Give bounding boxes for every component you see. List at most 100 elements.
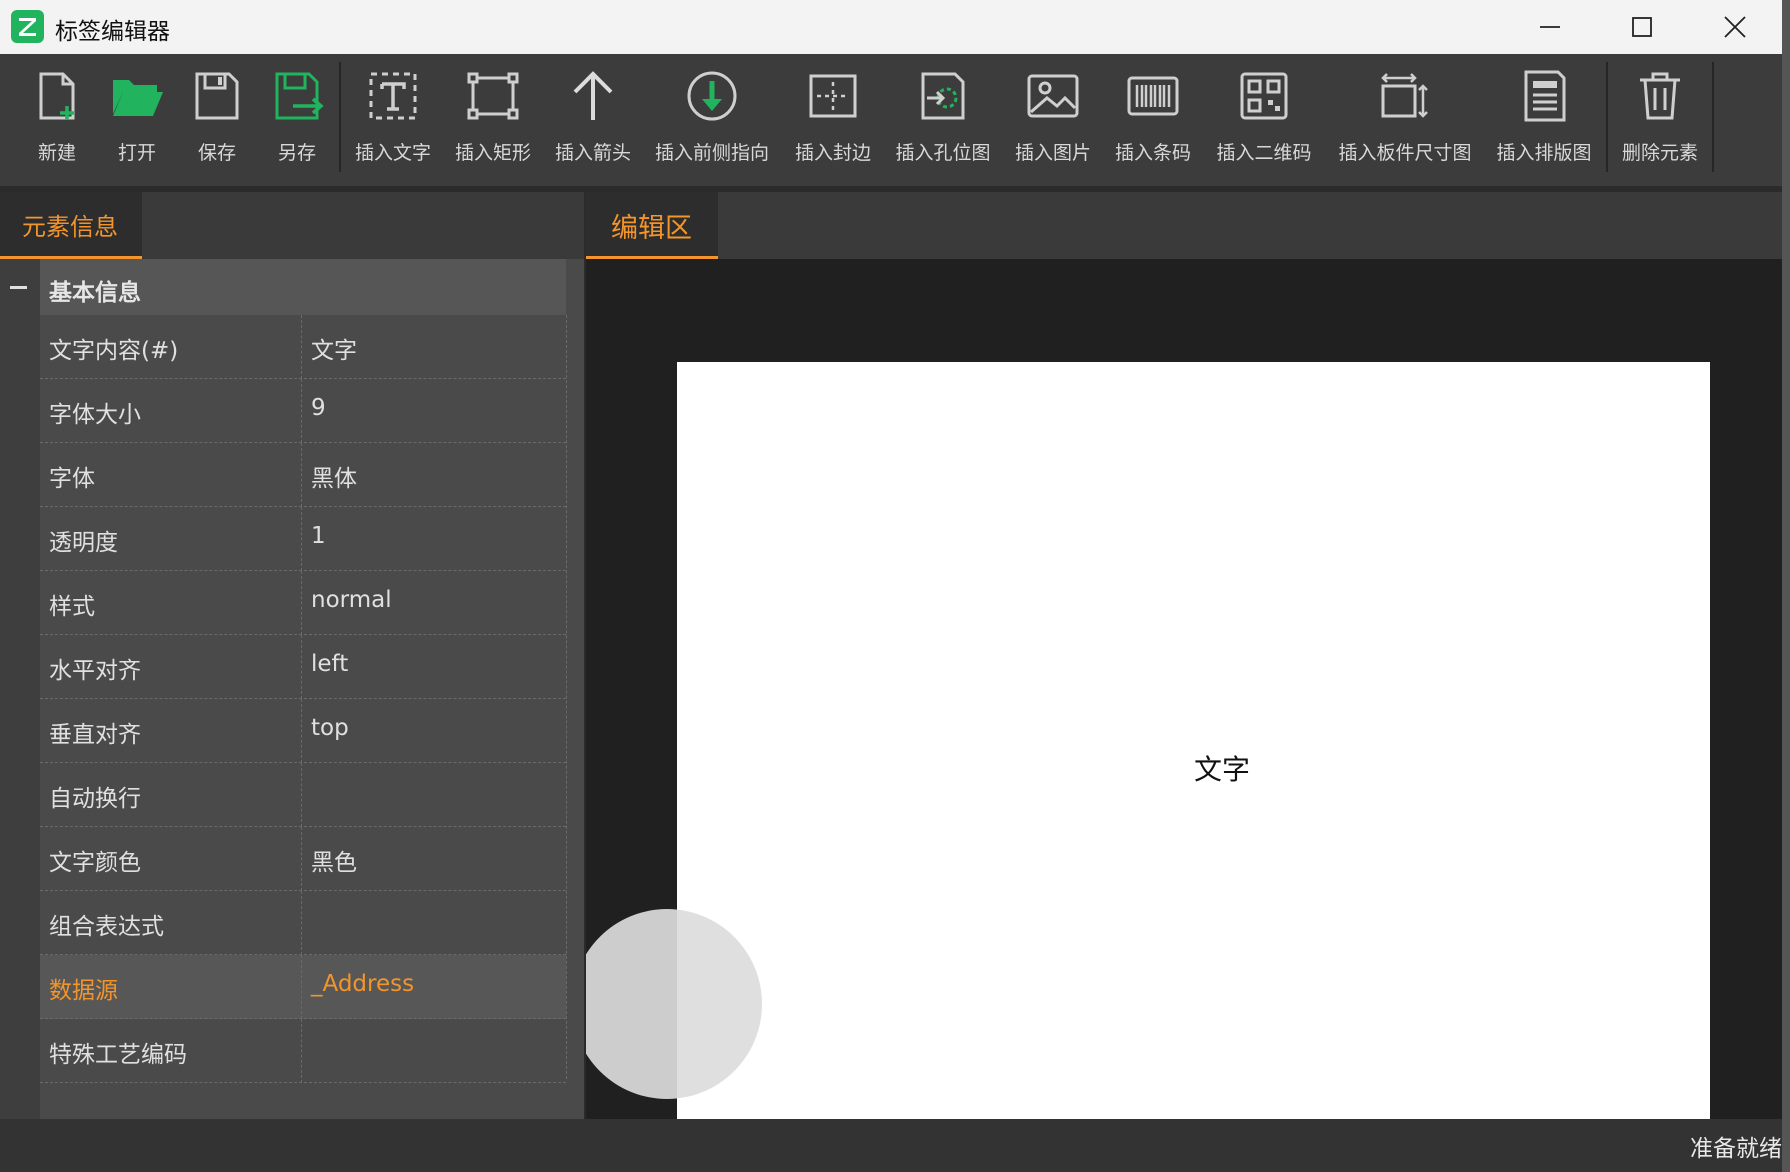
property-value[interactable]: 黑色 (311, 843, 357, 877)
property-divider (301, 443, 302, 507)
property-name: 样式 (49, 594, 95, 620)
toolbar-separator (1712, 62, 1714, 172)
toolbar: 新建 打开 保存 另存 插入文字 插入矩形 插入箭头 插入前侧指向 插入封边 插… (0, 54, 1782, 186)
new-button[interactable]: 新建 (22, 54, 92, 186)
toolbar-separator (339, 62, 341, 172)
property-value[interactable]: normal (311, 587, 392, 613)
insert-text-label: 插入文字 (354, 142, 431, 164)
insert-qrcode-button[interactable]: 插入二维码 (1208, 54, 1320, 186)
property-row-data-source[interactable]: 数据源 _Address (40, 955, 566, 1019)
status-bar: 准备就绪 (0, 1119, 1782, 1172)
property-value[interactable]: left (311, 651, 348, 677)
board-size-icon (1381, 73, 1428, 118)
front-pointer-icon (687, 71, 737, 121)
insert-barcode-button[interactable]: 插入条码 (1106, 54, 1200, 186)
property-row-font-size[interactable]: 字体大小 9 (40, 379, 566, 443)
property-value[interactable]: _Address (311, 971, 414, 997)
property-divider (301, 955, 302, 1019)
property-row-text-color[interactable]: 文字颜色 黑色 (40, 827, 566, 891)
property-grid-border (566, 315, 567, 1079)
open-label: 打开 (117, 142, 156, 164)
insert-text-icon (369, 72, 417, 120)
property-row-word-wrap[interactable]: 自动换行 (40, 763, 566, 827)
property-value[interactable]: 9 (311, 395, 326, 421)
hole-map-icon (921, 72, 965, 120)
property-name: 水平对齐 (49, 658, 141, 684)
save-as-button[interactable]: 另存 (262, 54, 332, 186)
insert-image-button[interactable]: 插入图片 (1006, 54, 1100, 186)
window-edge (1782, 0, 1790, 1172)
tab-element-info-label: 元素信息 (22, 213, 118, 241)
property-divider (301, 827, 302, 891)
property-row-font[interactable]: 字体 黑体 (40, 443, 566, 507)
insert-barcode-label: 插入条码 (1114, 142, 1191, 164)
insert-rect-button[interactable]: 插入矩形 (448, 54, 538, 186)
property-value[interactable]: 1 (311, 523, 326, 549)
property-value[interactable]: 文字 (311, 331, 357, 365)
folder-open-icon (113, 80, 163, 116)
property-row-text-content[interactable]: 文字内容(#) 文字 (40, 315, 566, 379)
delete-element-label: 删除元素 (1621, 142, 1698, 164)
property-name: 透明度 (49, 530, 118, 556)
insert-edge-button[interactable]: 插入封边 (786, 54, 880, 186)
save-button[interactable]: 保存 (182, 54, 252, 186)
insert-front-pointer-button[interactable]: 插入前侧指向 (648, 54, 776, 186)
insert-image-label: 插入图片 (1014, 142, 1091, 164)
property-name: 垂直对齐 (49, 722, 141, 748)
property-divider (301, 315, 302, 379)
category-title: 基本信息 (49, 280, 141, 306)
insert-edge-label: 插入封边 (794, 142, 871, 164)
maximize-icon (1632, 17, 1652, 37)
property-row-process-code[interactable]: 特殊工艺编码 (40, 1019, 566, 1083)
status-text: 准备就绪 (1690, 1136, 1782, 1162)
insert-layout-button[interactable]: 插入排版图 (1490, 54, 1598, 186)
insert-board-size-button[interactable]: 插入板件尺寸图 (1330, 54, 1480, 186)
delete-element-button[interactable]: 删除元素 (1614, 54, 1706, 186)
property-value[interactable]: 黑体 (311, 459, 357, 493)
maximize-button[interactable] (1597, 0, 1687, 54)
arrow-up-icon (573, 71, 613, 120)
insert-hole-map-button[interactable]: 插入孔位图 (890, 54, 996, 186)
insert-text-button[interactable]: 插入文字 (348, 54, 438, 186)
minimize-icon (1540, 26, 1560, 28)
property-name: 文字内容(#) (49, 338, 179, 364)
close-button[interactable] (1690, 0, 1780, 54)
property-value[interactable]: top (311, 715, 349, 741)
new-file-icon (39, 72, 75, 120)
property-row-opacity[interactable]: 透明度 1 (40, 507, 566, 571)
qrcode-icon (1240, 72, 1288, 120)
window-title: 标签编辑器 (55, 19, 170, 45)
app-window: 标签编辑器 新建 打开 保存 另存 插入文字 插入矩形 插入箭头 插入前侧指向 … (0, 0, 1782, 1172)
insert-front-pointer-label: 插入前侧指向 (654, 142, 769, 164)
collapse-icon[interactable] (10, 286, 27, 289)
property-row-vertical-align[interactable]: 垂直对齐 top (40, 699, 566, 763)
insert-layout-label: 插入排版图 (1496, 142, 1592, 164)
save-icon (195, 72, 239, 120)
property-row-style[interactable]: 样式 normal (40, 571, 566, 635)
right-tab-bar: 编辑区 (586, 192, 1782, 259)
save-as-icon (275, 72, 324, 120)
new-label: 新建 (37, 142, 76, 164)
property-divider (301, 571, 302, 635)
trash-icon (1640, 72, 1680, 120)
open-button[interactable]: 打开 (102, 54, 172, 186)
property-name: 字体大小 (49, 402, 141, 428)
category-header[interactable]: 基本信息 (40, 259, 566, 315)
close-icon (1724, 16, 1746, 38)
label-canvas[interactable]: 文字 (677, 362, 1710, 1119)
insert-rect-label: 插入矩形 (454, 142, 531, 164)
insert-arrow-button[interactable]: 插入箭头 (548, 54, 638, 186)
tab-edit-area-label: 编辑区 (611, 213, 692, 244)
edit-area[interactable]: 文字 (586, 259, 1782, 1119)
property-name: 数据源 (49, 978, 118, 1004)
property-row-horizontal-align[interactable]: 水平对齐 left (40, 635, 566, 699)
app-logo-icon (11, 10, 44, 43)
minimize-button[interactable] (1505, 0, 1595, 54)
canvas-text-element[interactable]: 文字 (1194, 748, 1250, 788)
tab-element-info[interactable]: 元素信息 (0, 192, 142, 259)
property-divider (301, 763, 302, 827)
property-row-expression[interactable]: 组合表达式 (40, 891, 566, 955)
tab-edit-area[interactable]: 编辑区 (586, 192, 718, 259)
property-divider (301, 1019, 302, 1083)
insert-arrow-label: 插入箭头 (554, 142, 631, 164)
